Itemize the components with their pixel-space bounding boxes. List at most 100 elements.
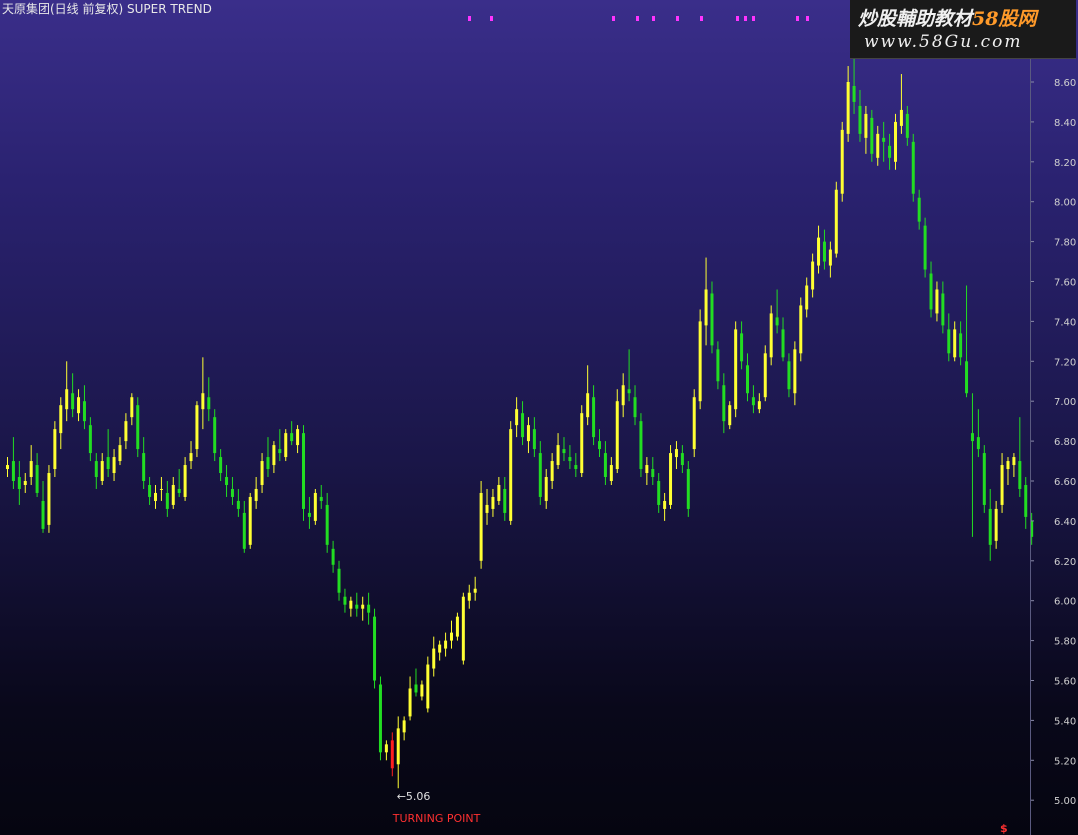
candle-body xyxy=(947,329,951,354)
top-signal-marker xyxy=(796,16,799,21)
candle-body xyxy=(746,365,749,394)
candle xyxy=(1024,477,1028,529)
candle-body xyxy=(639,421,643,470)
candle-body xyxy=(53,429,57,470)
candle-body xyxy=(479,492,483,561)
candle xyxy=(615,389,619,474)
candle-body xyxy=(213,417,217,454)
candle-body xyxy=(526,425,530,442)
candle-body xyxy=(230,488,234,497)
candle xyxy=(598,429,601,458)
candle xyxy=(236,488,240,517)
candle-body xyxy=(284,433,288,458)
candle-body xyxy=(367,604,371,613)
candle xyxy=(574,453,578,478)
candle xyxy=(645,457,649,485)
candle-body xyxy=(521,413,525,438)
candle-body xyxy=(432,648,436,669)
candle xyxy=(769,305,773,366)
candle xyxy=(793,341,797,406)
candle xyxy=(562,437,566,462)
candle xyxy=(402,716,406,741)
candle-body xyxy=(799,305,803,354)
candle xyxy=(479,481,483,569)
candle-body xyxy=(148,484,152,497)
candle-body xyxy=(242,512,246,549)
top-signal-marker xyxy=(744,16,747,21)
watermark-text-main: 炒股輔助教材 xyxy=(858,8,973,30)
candle xyxy=(834,181,838,258)
candle xyxy=(586,365,590,426)
candle-body xyxy=(740,333,744,362)
candle xyxy=(929,261,933,318)
candle xyxy=(941,281,945,334)
candle xyxy=(710,281,714,354)
candle-body xyxy=(1006,461,1010,470)
candle-body xyxy=(556,445,560,466)
candle-body xyxy=(207,397,211,410)
candle-body xyxy=(71,393,75,410)
candle-body xyxy=(35,465,39,493)
candle xyxy=(674,441,678,470)
candle xyxy=(965,285,969,398)
annotations: ←5.06 TURNING POINT xyxy=(392,790,481,825)
candle xyxy=(373,608,377,689)
candle xyxy=(349,596,353,617)
candle-body xyxy=(905,113,909,138)
candle-body xyxy=(757,401,761,410)
candle xyxy=(817,225,821,274)
candle-body xyxy=(1000,465,1004,505)
candle-body xyxy=(976,437,980,450)
candle xyxy=(911,133,915,202)
candle xyxy=(633,385,637,426)
candle-body xyxy=(621,385,625,406)
candle-body xyxy=(438,644,442,653)
candle-body xyxy=(592,397,596,438)
candle-body xyxy=(402,720,406,733)
candle-body xyxy=(136,405,140,450)
candle xyxy=(923,217,927,278)
candle-body xyxy=(704,289,708,326)
candle-body xyxy=(858,105,862,134)
candle-body xyxy=(710,293,714,346)
candle xyxy=(242,500,246,553)
candle xyxy=(159,477,163,501)
candle-body xyxy=(692,397,696,450)
candles xyxy=(6,50,1034,789)
candle-body xyxy=(941,293,945,326)
candle-body xyxy=(769,313,773,358)
candle xyxy=(669,445,673,509)
candle xyxy=(657,473,661,513)
candle xyxy=(313,488,317,525)
candle xyxy=(290,421,294,446)
candle-body xyxy=(923,225,927,270)
candle xyxy=(177,469,181,497)
candle-body xyxy=(775,317,779,326)
candle xyxy=(686,461,690,517)
candle xyxy=(142,437,146,489)
candle-body xyxy=(100,461,104,481)
candle xyxy=(497,477,501,505)
candle xyxy=(319,484,323,509)
candle xyxy=(716,341,720,390)
candle xyxy=(426,656,430,713)
candle-body xyxy=(248,496,252,545)
candle xyxy=(154,484,157,509)
price-axis-panel[interactable] xyxy=(1030,0,1078,835)
candle-body xyxy=(994,508,998,541)
candle xyxy=(77,389,81,422)
candlestick-chart[interactable]: 5.005.205.405.605.806.006.206.406.606.80… xyxy=(0,0,1078,835)
candle xyxy=(503,477,507,521)
candle xyxy=(734,321,738,418)
candle-body xyxy=(290,433,294,442)
candle xyxy=(556,433,560,470)
candle-body xyxy=(716,349,720,382)
candle xyxy=(307,496,311,529)
candle xyxy=(136,397,140,458)
candle-body xyxy=(686,469,690,509)
candle xyxy=(580,405,584,478)
candle xyxy=(740,321,744,370)
candle-body xyxy=(586,393,590,418)
turning-point-label: TURNING POINT xyxy=(392,812,481,825)
candle xyxy=(355,592,359,617)
